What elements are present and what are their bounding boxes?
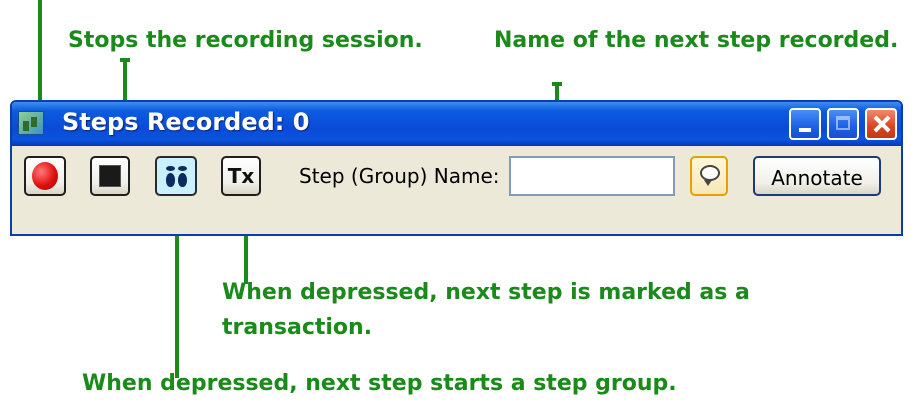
annotation-transaction-line2: transaction. xyxy=(222,315,373,340)
close-button[interactable] xyxy=(865,108,897,140)
record-icon xyxy=(32,162,58,190)
annotation-step-name: Name of the next step recorded. xyxy=(494,28,899,53)
minimize-button[interactable] xyxy=(789,108,821,140)
step-name-input[interactable] xyxy=(509,156,675,196)
transaction-toggle-button[interactable]: Tx xyxy=(221,156,261,196)
stop-icon xyxy=(99,165,121,187)
stop-button[interactable] xyxy=(90,156,130,196)
comment-button[interactable] xyxy=(690,156,728,196)
callout-leader-transaction xyxy=(244,232,248,284)
speech-bubble-icon xyxy=(700,165,720,186)
record-button[interactable] xyxy=(24,156,66,196)
maximize-button[interactable] xyxy=(827,108,859,140)
footsteps-icon xyxy=(164,164,190,190)
recorder-toolbar: Tx Step (Group) Name: Annotate xyxy=(12,146,901,234)
steps-recorder-window: Steps Recorded: 0 Tx Step (Group) Name: xyxy=(10,100,903,236)
step-group-toggle-button[interactable] xyxy=(155,156,197,196)
window-title: Steps Recorded: 0 xyxy=(62,108,310,136)
annotate-button-label: Annotate xyxy=(771,166,863,190)
annotation-transaction-line1: When depressed, next step is marked as a xyxy=(222,280,750,305)
annotation-step-group: When depressed, next step starts a step … xyxy=(82,371,677,396)
app-icon xyxy=(18,111,44,135)
callout-leader-step-group xyxy=(175,228,179,378)
annotation-stop: Stops the recording session. xyxy=(68,28,423,53)
transaction-label: Tx xyxy=(227,164,255,188)
window-titlebar[interactable]: Steps Recorded: 0 xyxy=(12,102,901,146)
step-name-label: Step (Group) Name: xyxy=(299,164,500,188)
annotate-button[interactable]: Annotate xyxy=(753,156,881,196)
